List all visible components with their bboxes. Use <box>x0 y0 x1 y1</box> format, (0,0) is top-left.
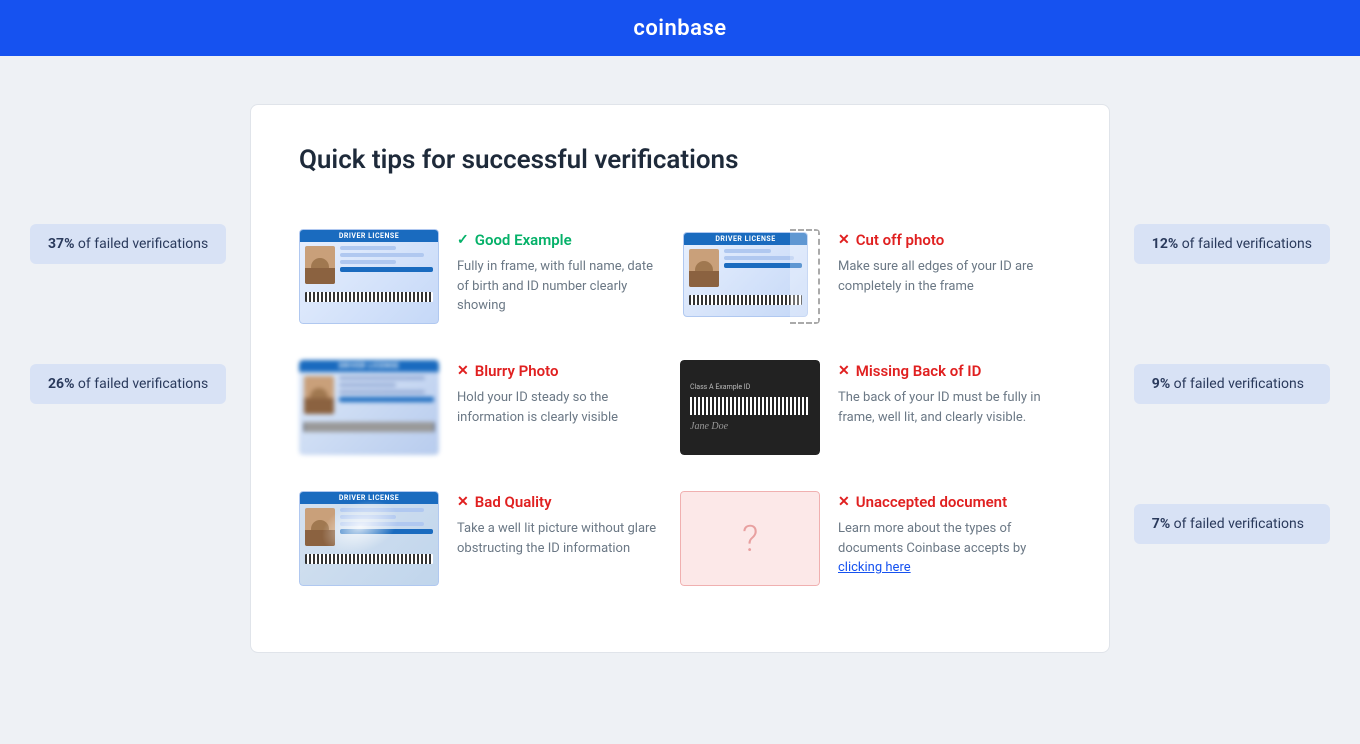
id-photo <box>305 246 335 284</box>
tip-desc-bad-quality: Take a well lit picture without glare ob… <box>457 519 668 558</box>
stat-label-12: of failed verifications <box>1182 236 1312 252</box>
blurry-body <box>299 372 439 418</box>
stat-value-7: 7% <box>1152 516 1170 532</box>
card-title: Quick tips for successful verifications <box>299 145 1061 175</box>
id-cutoff-header: DRIVER LICENSE <box>684 233 807 245</box>
coinbase-logo: coinbase <box>633 16 726 41</box>
id-back-barcode <box>690 397 810 415</box>
checkmark-icon: ✓ <box>457 232 469 248</box>
sidebar-right: 12% of failed verifications 9% of failed… <box>1134 104 1330 544</box>
x-icon-blurry: ✕ <box>457 363 469 379</box>
tip-image-good-example: DRIVER LICENSE <box>299 229 439 324</box>
tip-label-text-good-example: Good Example <box>475 231 572 249</box>
main-card: Quick tips for successful verifications … <box>250 104 1110 653</box>
tip-missing-back: Class A Example ID Jane Doe ✕ Missing Ba… <box>680 342 1061 473</box>
page-body: 37% of failed verifications 26% of faile… <box>0 56 1360 744</box>
tip-content-missing-back: ✕ Missing Back of ID The back of your ID… <box>838 360 1049 427</box>
stat-value-26: 26% <box>48 376 74 392</box>
id-barcode <box>305 292 433 302</box>
tip-label-text-unaccepted: Unaccepted document <box>856 493 1007 511</box>
stat-value-12: 12% <box>1152 236 1178 252</box>
blurry-barcode <box>304 422 434 432</box>
tip-desc-unaccepted: Learn more about the types of documents … <box>838 519 1049 578</box>
tip-content-bad-quality: ✕ Bad Quality Take a well lit picture wi… <box>457 491 668 558</box>
tip-image-unaccepted: ? <box>680 491 820 586</box>
tip-bad-quality: DRIVER LICENSE <box>299 473 680 604</box>
id-info <box>340 246 433 284</box>
tip-content-blurry: ✕ Blurry Photo Hold your ID steady so th… <box>457 360 668 427</box>
id-cutoff-line-1 <box>724 249 771 253</box>
stat-label-37: of failed verifications <box>78 236 208 252</box>
sidebar-left: 37% of failed verifications 26% of faile… <box>30 104 226 404</box>
tip-unaccepted-doc: ? ✕ Unaccepted document Learn more about… <box>680 473 1061 604</box>
id-info-line-3 <box>340 260 396 264</box>
clicking-here-link[interactable]: clicking here <box>838 560 911 575</box>
blurry-header-bar: DRIVER LICENSE <box>299 360 439 372</box>
question-mark-icon: ? <box>742 518 758 560</box>
stat-badge-12: 12% of failed verifications <box>1134 224 1330 264</box>
tip-image-cut-off-photo: DRIVER LICENSE <box>680 229 820 324</box>
id-cutoff-barcode <box>689 295 802 305</box>
id-back-label: Class A Example ID <box>690 383 750 391</box>
badquality-barcode <box>305 554 433 564</box>
tip-label-unaccepted: ✕ Unaccepted document <box>838 493 1049 511</box>
stat-value-9: 9% <box>1152 376 1170 392</box>
x-icon-bad-quality: ✕ <box>457 494 469 510</box>
tip-label-missing-back: ✕ Missing Back of ID <box>838 362 1049 380</box>
id-cutoff-dash <box>790 229 820 324</box>
tip-label-text-blurry: Blurry Photo <box>475 362 559 380</box>
stat-label-26: of failed verifications <box>78 376 208 392</box>
tip-image-bad-quality: DRIVER LICENSE <box>299 491 439 586</box>
tip-blurry-photo: DRIVER LICENSE <box>299 342 680 473</box>
tip-label-bad-quality: ✕ Bad Quality <box>457 493 668 511</box>
tip-content-good-example: ✓ Good Example Fully in frame, with full… <box>457 229 668 316</box>
tip-content-cut-off: ✕ Cut off photo Make sure all edges of y… <box>838 229 1049 296</box>
tip-label-text-bad-quality: Bad Quality <box>475 493 552 511</box>
tip-label-good-example: ✓ Good Example <box>457 231 668 249</box>
id-back-signature: Jane Doe <box>690 421 728 432</box>
id-info-line-1 <box>340 246 396 250</box>
blurry-photo <box>304 376 334 414</box>
x-icon-unaccepted: ✕ <box>838 494 850 510</box>
tip-label-text-cut-off: Cut off photo <box>856 231 944 249</box>
tip-label-text-missing-back: Missing Back of ID <box>856 362 982 380</box>
app-header: coinbase <box>0 0 1360 56</box>
tips-grid: DRIVER LICENSE <box>299 211 1061 604</box>
tip-desc-cut-off: Make sure all edges of your ID are compl… <box>838 257 1049 296</box>
stat-label-9: of failed verifications <box>1174 376 1304 392</box>
stat-badge-37: 37% of failed verifications <box>30 224 226 264</box>
x-icon-missing-back: ✕ <box>838 363 850 379</box>
stat-value-37: 37% <box>48 236 74 252</box>
tip-cut-off-photo: DRIVER LICENSE <box>680 211 1061 342</box>
id-card-unaccepted: ? <box>680 491 820 586</box>
id-header-bar: DRIVER LICENSE <box>300 230 438 242</box>
id-card-badquality: DRIVER LICENSE <box>299 491 439 586</box>
tip-image-missing-back: Class A Example ID Jane Doe <box>680 360 820 455</box>
tip-content-unaccepted: ✕ Unaccepted document Learn more about t… <box>838 491 1049 578</box>
id-card-back: Class A Example ID Jane Doe <box>680 360 820 455</box>
tip-desc-good-example: Fully in frame, with full name, date of … <box>457 257 668 316</box>
id-card-cutoff: DRIVER LICENSE <box>680 229 820 324</box>
blurry-info <box>339 376 434 414</box>
id-card-good: DRIVER LICENSE <box>299 229 439 324</box>
id-info-line-name <box>340 267 433 272</box>
tip-desc-missing-back: The back of your ID must be fully in fra… <box>838 388 1049 427</box>
stat-badge-9: 9% of failed verifications <box>1134 364 1330 404</box>
id-cutoff-body <box>684 245 807 291</box>
stat-badge-7: 7% of failed verifications <box>1134 504 1330 544</box>
tip-good-example: DRIVER LICENSE <box>299 211 680 342</box>
tip-image-blurry: DRIVER LICENSE <box>299 360 439 455</box>
tip-label-cut-off: ✕ Cut off photo <box>838 231 1049 249</box>
id-info-line-2 <box>340 253 424 257</box>
id-cutoff-photo <box>689 249 719 287</box>
x-icon-cut-off: ✕ <box>838 232 850 248</box>
stat-label-7: of failed verifications <box>1174 516 1304 532</box>
id-body <box>300 242 438 288</box>
stat-badge-26: 26% of failed verifications <box>30 364 226 404</box>
tip-label-blurry: ✕ Blurry Photo <box>457 362 668 380</box>
tip-desc-blurry: Hold your ID steady so the information i… <box>457 388 668 427</box>
id-cutoff-line-2 <box>724 256 794 260</box>
